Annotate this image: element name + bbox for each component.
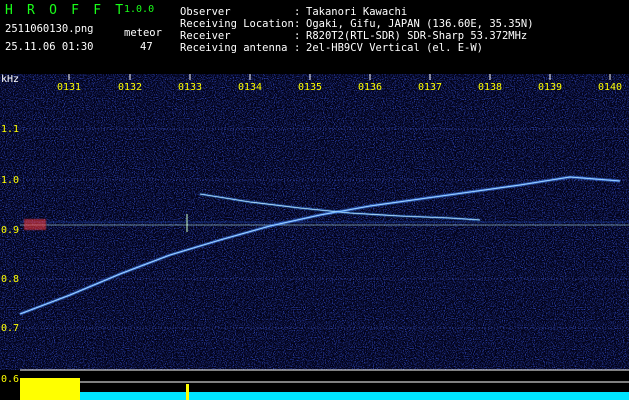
header-panel: H R O F F T 1.0.0 2511060130.png 25.11.0… [0,0,629,74]
time-label-0139: 0139 [538,82,562,93]
antenna-separator: : [294,42,301,54]
time-label-0138: 0138 [478,82,502,93]
y-tick-0.8: 0.8 [1,274,19,285]
spectrogram-plot: kHz 1.1 1.0 0.9 0.8 0.7 0.6 0131 0132 01… [0,74,629,400]
location-value: Ogaki, Gifu, JAPAN (136.60E, 35.35N) [306,18,534,30]
observer-value: Takanori Kawachi [306,6,408,18]
location-label: Receiving Location [180,18,294,30]
file-name: 2511060130.png [5,23,94,35]
time-label-0137: 0137 [418,82,442,93]
meteor-label: meteor [124,27,162,39]
y-tick-1.0: 1.0 [1,175,19,186]
time-label-0140: 0140 [598,82,622,93]
time-label-0131: 0131 [57,82,81,93]
receiver-label: Receiver [180,30,231,42]
receiver-value: R820T2(RTL-SDR) SDR-Sharp 53.372MHz [306,30,528,42]
location-separator: : [294,18,301,30]
time-label-0134: 0134 [238,82,262,93]
receiver-separator: : [294,30,301,42]
app-version: 1.0.0 [124,4,155,15]
time-label-0132: 0132 [118,82,142,93]
y-tick-0.9: 0.9 [1,225,19,236]
time-label-0133: 0133 [178,82,202,93]
time-label-0136: 0136 [358,82,382,93]
meteor-count: 47 [140,41,153,53]
observer-separator: : [294,6,301,18]
y-tick-0.6: 0.6 [1,374,19,385]
time-label-0135: 0135 [298,82,322,93]
file-timestamp: 25.11.06 01:30 [5,41,94,53]
app-name: H R O F F T [5,3,127,18]
carrier-hotspot [24,219,46,230]
level-meter-peak [20,378,80,400]
level-meter-marker [186,384,189,400]
y-tick-1.1: 1.1 [1,124,19,135]
level-meter-fill [80,392,629,400]
antenna-label: Receiving antenna [180,42,288,54]
antenna-value: 2el-HB9CV Vertical (el. E-W) [306,42,484,54]
axis-unit-label: kHz [1,74,19,85]
observer-label: Observer [180,6,231,18]
y-tick-0.7: 0.7 [1,323,19,334]
